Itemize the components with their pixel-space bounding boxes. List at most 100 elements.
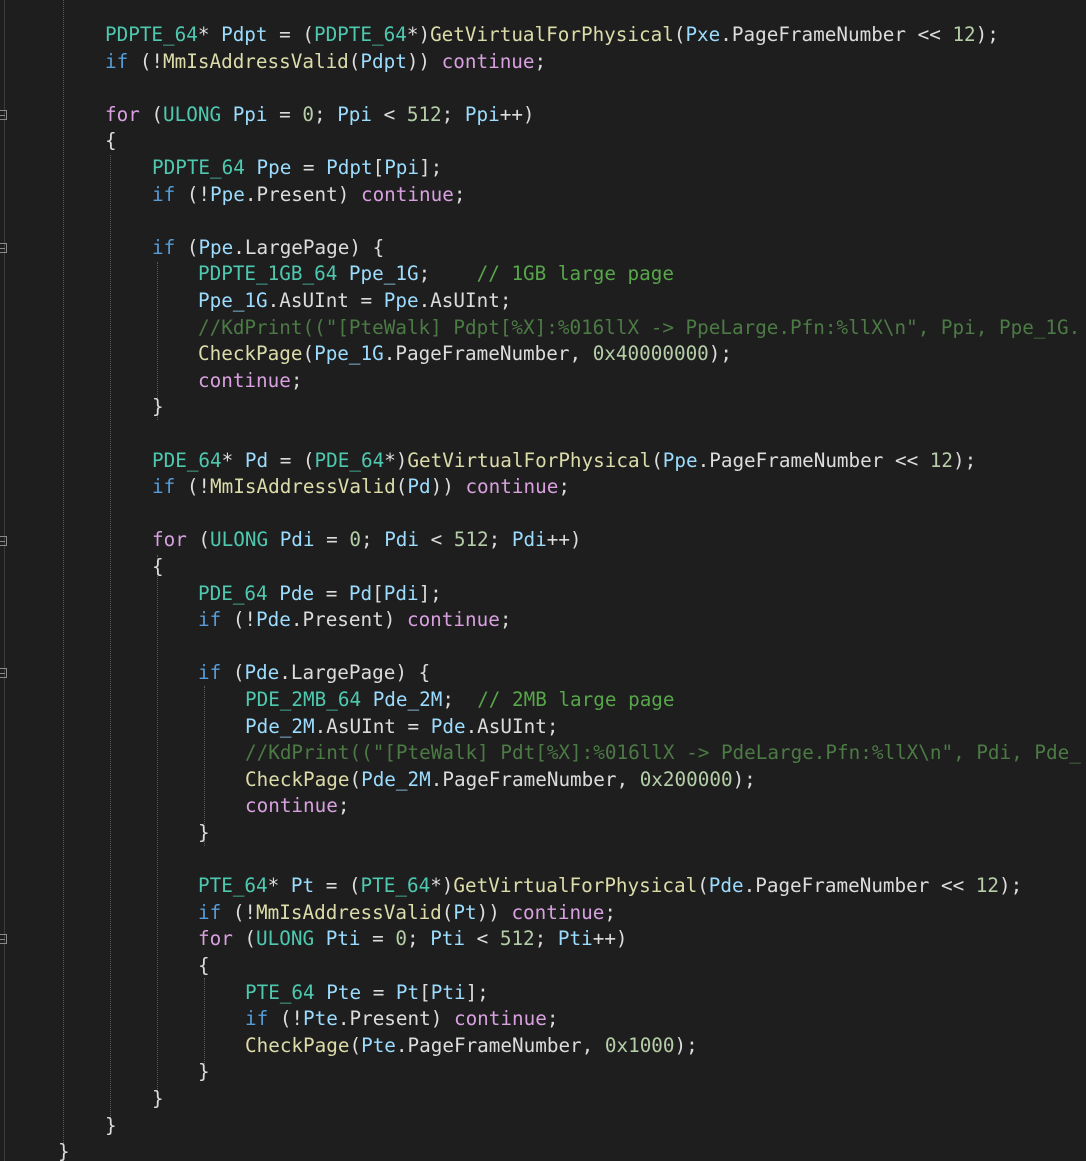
code-line[interactable]: for (ULONG Ppi = 0; Ppi < 512; Ppi++): [0, 102, 1086, 129]
code-token: Pt: [290, 874, 315, 898]
code-line[interactable]: if (!MmIsAddressValid(Pt)) continue;: [0, 900, 1086, 927]
code-line[interactable]: continue;: [0, 793, 1086, 820]
code-line[interactable]: CheckPage(Ppe_1G.PageFrameNumber, 0x4000…: [0, 341, 1086, 368]
code-token: if: [105, 49, 129, 73]
code-line[interactable]: [0, 421, 1086, 448]
code-line[interactable]: CheckPage(Pde_2M.PageFrameNumber, 0x2000…: [0, 767, 1086, 794]
code-token: Ppe: [256, 156, 292, 179]
code-line[interactable]: if (!Pte.Present) continue;: [0, 1006, 1086, 1033]
code-token: ;: [360, 528, 385, 552]
code-line[interactable]: {: [0, 953, 1086, 980]
code-token: PageFrameNumber: [731, 23, 907, 46]
code-line[interactable]: {: [0, 554, 1086, 581]
code-token: Pd: [407, 475, 431, 499]
code-line[interactable]: PTE_64 Pte = Pt[Pti];: [0, 980, 1086, 1007]
code-line[interactable]: if (!MmIsAddressValid(Pdpt)) continue;: [0, 49, 1086, 76]
code-token: PTE_64: [198, 874, 268, 898]
code-line[interactable]: }: [0, 394, 1086, 421]
code-line[interactable]: PDPTE_64* Pdpt = (PDPTE_64*)GetVirtualFo…: [0, 22, 1086, 49]
code-line[interactable]: [0, 847, 1086, 874]
code-token: ULONG: [210, 528, 269, 552]
code-line[interactable]: PDE_64 Pde = Pd[Pdi];: [0, 581, 1086, 608]
code-token: ;: [488, 528, 512, 552]
code-line[interactable]: if (!Ppe.Present) continue;: [0, 182, 1086, 209]
code-token: .Present): [337, 1007, 454, 1031]
code-line[interactable]: [0, 208, 1086, 235]
code-text: if (!MmIsAddressValid(Pt)) continue;: [198, 900, 616, 927]
code-token: Pdi: [384, 528, 420, 552]
code-token: PTE_64: [360, 874, 431, 898]
code-token: 0: [302, 102, 314, 126]
code-token: Pti: [557, 927, 593, 951]
code-token: Ppe_1G: [348, 262, 419, 286]
code-line[interactable]: if (Pde.LargePage) {: [0, 660, 1086, 687]
code-token: Pdi: [383, 581, 419, 605]
code-line[interactable]: for (ULONG Pdi = 0; Pdi < 512; Pdi++): [0, 527, 1086, 554]
code-text: }: [152, 394, 164, 421]
code-line[interactable]: if (!MmIsAddressValid(Pd)) continue;: [0, 474, 1086, 501]
code-line[interactable]: Ppe_1G.AsUInt = Ppe.AsUInt;: [0, 288, 1086, 315]
code-token: ;: [546, 1007, 559, 1031]
code-token: }: [58, 1140, 70, 1161]
code-token: ;: [337, 794, 350, 818]
code-token: =: [314, 528, 350, 552]
code-line[interactable]: if (Ppe.LargePage) {: [0, 235, 1086, 262]
code-token: *): [384, 448, 408, 472]
code-token: PDPTE_64: [313, 23, 407, 46]
code-token: Ppi: [232, 102, 268, 126]
code-line[interactable]: CheckPage(Pte.PageFrameNumber, 0x1000);: [0, 1033, 1086, 1060]
code-token: PTE_64: [245, 980, 315, 1004]
code-token: (: [221, 661, 245, 685]
code-token: Ppe: [198, 235, 234, 259]
code-token: Ppi: [384, 156, 420, 179]
code-token: continue: [511, 900, 605, 924]
code-line[interactable]: PTE_64* Pt = (PTE_64*)GetVirtualForPhysi…: [0, 873, 1086, 900]
code-line[interactable]: PDE_64* Pd = (PDE_64*)GetVirtualForPhysi…: [0, 448, 1086, 475]
code-line[interactable]: [0, 634, 1086, 661]
code-line[interactable]: [0, 75, 1086, 102]
code-text: for (ULONG Ppi = 0; Ppi < 512; Ppi++): [105, 102, 535, 129]
code-token: 0x1000: [604, 1033, 675, 1057]
code-token: ;: [313, 102, 338, 126]
code-line[interactable]: PDPTE_64 Ppe = Pdpt[Ppi];: [0, 155, 1086, 182]
code-line[interactable]: //KdPrint(("[PteWalk] Pdpt[%X]:%016llX -…: [0, 315, 1086, 342]
code-line[interactable]: //KdPrint(("[PteWalk] Pdt[%X]:%016llX ->…: [0, 740, 1086, 767]
code-line[interactable]: continue;: [0, 368, 1086, 395]
code-token: Pde: [430, 714, 466, 738]
code-token: (!: [175, 182, 211, 206]
code-line[interactable]: {: [0, 128, 1086, 155]
code-token: // 2MB large page: [477, 688, 675, 711]
code-line[interactable]: }: [0, 820, 1086, 847]
code-token: ULONG: [163, 102, 222, 126]
code-line[interactable]: }: [0, 1113, 1086, 1140]
code-line[interactable]: if (!Pde.Present) continue;: [0, 607, 1086, 634]
code-token: Ppi: [337, 102, 373, 126]
code-text: PDPTE_1GB_64 Ppe_1G; // 1GB large page: [198, 261, 674, 288]
code-token: ];: [419, 156, 443, 179]
code-line[interactable]: }: [0, 1139, 1086, 1161]
code-token: Pde_2M: [245, 714, 315, 738]
code-text: Ppe_1G.AsUInt = Ppe.AsUInt;: [198, 288, 511, 315]
code-line[interactable]: [0, 501, 1086, 528]
code-line[interactable]: Pde_2M.AsUInt = Pde.AsUInt;: [0, 714, 1086, 741]
code-token: 0: [349, 528, 361, 552]
code-token: =: [291, 156, 327, 179]
code-token: .LargePage) {: [233, 235, 385, 259]
code-text: //KdPrint(("[PteWalk] Pdt[%X]:%016llX ->…: [245, 740, 1081, 767]
code-line[interactable]: PDPTE_1GB_64 Ppe_1G; // 1GB large page: [0, 261, 1086, 288]
code-line[interactable]: for (ULONG Pti = 0; Pti < 512; Pti++): [0, 926, 1086, 953]
code-line[interactable]: PDE_2MB_64 Pde_2M; // 2MB large page: [0, 687, 1086, 714]
code-line[interactable]: }: [0, 1086, 1086, 1113]
code-token: MmIsAddressValid: [210, 475, 396, 499]
code-token: (: [349, 1033, 362, 1057]
code-token: CheckPage: [245, 1033, 350, 1057]
code-token: ULONG: [256, 927, 315, 951]
code-line[interactable]: }: [0, 1059, 1086, 1086]
code-token: = (: [268, 448, 315, 472]
code-token: (!: [221, 608, 257, 632]
code-editor[interactable]: PDPTE_64* Pdpt = (PDPTE_64*)GetVirtualFo…: [0, 0, 1086, 1161]
code-text: {: [198, 953, 210, 980]
